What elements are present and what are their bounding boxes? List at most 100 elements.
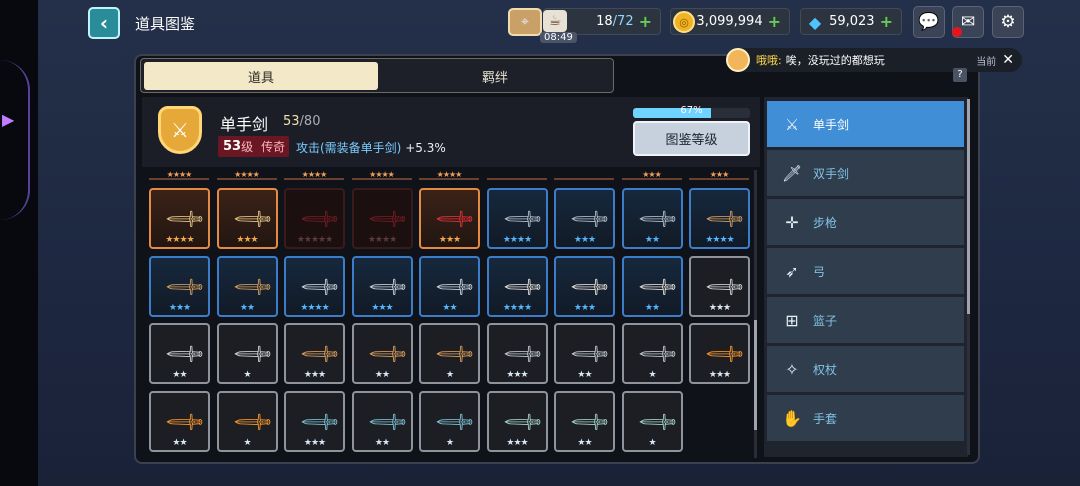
- weapon-slot[interactable]: 🗡 ★★★: [149, 255, 210, 317]
- category-item-two-hand-sword[interactable]: 🗡 双手剑: [767, 150, 964, 196]
- peek-cell: ★★★: [689, 170, 749, 180]
- category-scrollbar[interactable]: [967, 99, 970, 455]
- star-rating: ★★: [172, 437, 187, 448]
- sword-icon: 🗡: [567, 197, 612, 242]
- weapon-slot[interactable]: 🗡 ★★: [554, 390, 615, 452]
- weapon-slot[interactable]: 🗡 ★★★★: [351, 188, 413, 249]
- star-rating: ★★★: [438, 235, 461, 245]
- peek-cell: [486, 170, 547, 180]
- sword-icon: 🗡: [229, 399, 275, 445]
- weapon-slot[interactable]: 🗡 ★: [621, 323, 683, 384]
- weapon-slot[interactable]: 🗡 ★★★★: [486, 188, 548, 249]
- page-title: 道具图鉴: [135, 15, 196, 33]
- compass-icon[interactable]: ⌖: [508, 8, 542, 36]
- star-rating: ★: [243, 437, 251, 448]
- bonus-label: 攻击(需装备单手剑): [296, 141, 402, 155]
- weapon-slot[interactable]: 🗡 ★★★★: [689, 188, 750, 249]
- category-item-one-hand-sword[interactable]: ⚔ 单手剑: [767, 101, 964, 147]
- sword-icon: 🗡: [499, 332, 545, 377]
- edge-arrow-icon[interactable]: ▶: [2, 110, 16, 130]
- category-item-rifle[interactable]: ✛ 步枪: [767, 199, 964, 245]
- weapon-slot[interactable]: 🗡 ★★★★: [284, 255, 345, 317]
- weapon-slot[interactable]: 🗡 ★: [621, 390, 683, 452]
- chat-toast[interactable]: 哦哦: 唉，没玩过的都想玩 当前 ✕: [726, 48, 1022, 72]
- weapon-slot[interactable]: 🗡 ★★★: [554, 255, 615, 317]
- category-item-basket[interactable]: ⊞ 篮子: [767, 297, 964, 343]
- weapon-slot[interactable]: 🗡 ★★★: [216, 188, 278, 249]
- weapon-slot[interactable]: 🗡 ★★★: [419, 188, 480, 249]
- weapon-slot[interactable]: 🗡 ★★★: [554, 188, 615, 249]
- chat-button[interactable]: 💬: [913, 6, 945, 38]
- weapon-slot[interactable]: 🗡 ★★: [351, 323, 413, 384]
- category-scroll-thumb[interactable]: [967, 99, 970, 314]
- weapon-slot[interactable]: 🗡 ★★★: [284, 323, 345, 384]
- weapon-slot[interactable]: 🗡 ★★: [351, 390, 413, 452]
- sword-icon: 🗡: [567, 332, 612, 377]
- weapon-slot[interactable]: 🗡 ★★: [216, 255, 278, 317]
- star-rating: ★★★★: [502, 235, 532, 245]
- sword-icon: 🗡: [432, 197, 477, 242]
- weapon-slot[interactable]: 🗡 ★★★: [486, 323, 548, 384]
- category-label: 弓: [813, 264, 826, 279]
- star-rating: ★★★★: [165, 235, 194, 245]
- add-gold-button[interactable]: +: [768, 12, 781, 31]
- collection-grade-button[interactable]: 图鉴等级: [633, 121, 750, 156]
- sword-icon: 🗡: [567, 399, 612, 445]
- weapon-slot[interactable]: 🗡 ★★★★: [486, 255, 548, 317]
- tab-bonds[interactable]: 羁绊: [379, 62, 611, 90]
- weapon-slot[interactable]: 🗡 ★★★: [486, 390, 548, 452]
- diamond-icon: ◆: [808, 12, 822, 32]
- weapon-slot[interactable]: 🗡 ★★: [149, 390, 210, 452]
- star-rating: ★★★: [303, 437, 326, 448]
- previous-row-peek: ★★★★ ★★★★ ★★★★ ★★★★ ★★★★ ★★★ ★★★: [142, 170, 756, 180]
- weapon-slot[interactable]: 🗡 ★★★: [351, 255, 413, 317]
- star-rating: ★★★★★: [296, 235, 333, 245]
- close-icon[interactable]: ✕: [1002, 52, 1014, 68]
- stamina-max: /72: [612, 14, 634, 29]
- weapon-slot[interactable]: 🗡 ★★★: [284, 390, 345, 452]
- weapon-slot[interactable]: 🗡 ★★★★★: [284, 188, 345, 249]
- sword-icon: 🗡: [229, 197, 275, 242]
- weapon-slot[interactable]: 🗡 ★★: [554, 323, 615, 384]
- settings-button[interactable]: ⚙: [992, 6, 1024, 38]
- stamina-value: 18: [596, 14, 613, 29]
- weapon-slot[interactable]: 🗡 ★: [216, 390, 278, 452]
- weapon-slot[interactable]: 🗡 ★★: [149, 323, 210, 384]
- star-rating: ★★: [239, 302, 255, 313]
- star-rating: ★★★: [303, 370, 326, 380]
- sword-icon: 🗡: [499, 197, 545, 242]
- star-rating: ★★: [577, 437, 592, 448]
- weapon-slot[interactable]: 🗡 ★★: [621, 255, 683, 317]
- star-rating: ★★: [442, 302, 457, 313]
- one-hand-sword-icon: ⚔: [784, 114, 800, 134]
- add-stamina-button[interactable]: +: [639, 12, 652, 31]
- tab-items[interactable]: 道具: [144, 62, 378, 90]
- star-rating: ★★★★: [502, 302, 532, 313]
- back-button[interactable]: ‹: [88, 7, 120, 39]
- item-grid[interactable]: ★★★★ ★★★★ ★★★★ ★★★★ ★★★★ ★★★ ★★★ 🗡 ★★★★ 🗡 ★★★ 🗡 ★★★…: [142, 170, 756, 458]
- star-rating: ★★★: [506, 370, 528, 380]
- weapon-slot[interactable]: 🗡 ★: [419, 390, 480, 452]
- weapon-slot[interactable]: 🗡 ★★★: [689, 255, 750, 317]
- weapon-slot[interactable]: 🗡 ★: [216, 323, 278, 384]
- weapon-slot[interactable]: 🗡 ★★★★: [149, 188, 210, 249]
- category-item-staff[interactable]: ✧ 权杖: [767, 346, 964, 392]
- category-item-bow[interactable]: ➶ 弓: [767, 248, 964, 294]
- grid-scrollbar[interactable]: [754, 170, 757, 458]
- add-gem-button[interactable]: +: [880, 12, 893, 31]
- weapon-slot[interactable]: 🗡 ★★: [419, 255, 480, 317]
- weapon-slot[interactable]: 🗡 ★★: [621, 188, 683, 249]
- chat-sender: 哦哦:: [756, 54, 782, 67]
- grid-scroll-thumb[interactable]: [754, 320, 757, 430]
- level-value: 53: [223, 139, 242, 154]
- weapon-slot[interactable]: 🗡 ★: [419, 323, 480, 384]
- help-icon[interactable]: ?: [953, 68, 967, 82]
- star-rating: ★★★: [708, 370, 731, 380]
- category-name: 单手剑: [220, 115, 269, 134]
- tab-bar: 道具 羁绊: [140, 58, 614, 93]
- weapon-slot[interactable]: 🗡 ★★★: [689, 323, 750, 384]
- category-item-glove[interactable]: ✋ 手套: [767, 395, 964, 441]
- star-rating: ★★: [374, 370, 390, 380]
- bow-icon: ➶: [785, 261, 799, 281]
- chat-channel: 当前: [976, 56, 997, 68]
